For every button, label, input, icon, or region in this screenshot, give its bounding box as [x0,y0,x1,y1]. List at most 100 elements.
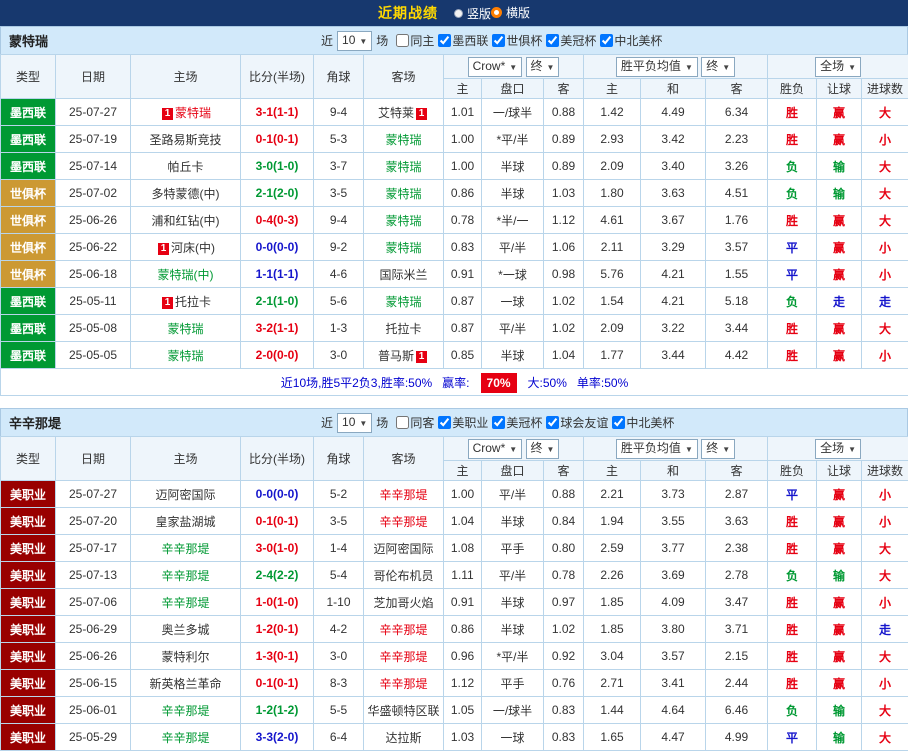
team-link[interactable]: 芝加哥火焰 [373,596,433,610]
match-count-select[interactable]: 10▼ [337,413,372,433]
team-link[interactable]: 国际米兰 [379,268,427,282]
team-link[interactable]: 艾特莱 [378,106,414,120]
team-link[interactable]: 蒙特瑞 [385,160,421,174]
result-cell: 胜 [768,508,817,535]
team-link[interactable]: 蒙特瑞 [385,187,421,201]
team-link[interactable]: 多特蒙德(中) [152,187,220,201]
chevron-down-icon: ▼ [685,63,693,72]
filter-checkbox[interactable]: 中北美杯 [612,416,674,430]
result-cell: 平 [768,261,817,288]
team-link[interactable]: 蒙特利尔 [161,650,209,664]
team-link[interactable]: 蒙特瑞 [385,295,421,309]
team-link[interactable]: 华盛顿特区联 [367,704,439,718]
asian-away-odds: 0.92 [544,643,584,670]
team-link[interactable]: 蒙特瑞 [167,349,203,363]
filter-checkbox[interactable]: 美冠杯 [546,34,596,48]
team-link[interactable]: 辛辛那堤 [379,650,427,664]
team-link[interactable]: 奥兰多城 [161,623,209,637]
date-cell: 25-07-27 [56,481,131,508]
team-link[interactable]: 浦和红钻(中) [152,214,220,228]
team-link[interactable]: 辛辛那堤 [161,596,209,610]
scope-select[interactable]: 全场▼ [815,439,861,459]
bookmaker-select[interactable]: Crow*▼ [468,439,523,459]
col-header-handicap: 盘口 [482,461,544,481]
team-link[interactable]: 辛辛那堤 [161,542,209,556]
team-link[interactable]: 蒙特瑞 [385,133,421,147]
checkbox-input[interactable] [546,416,559,429]
filter-checkbox[interactable]: 中北美杯 [600,34,662,48]
team-link[interactable]: 圣路易斯竞技 [149,133,221,147]
team-link[interactable]: 河床(中) [171,241,215,255]
filter-checkbox[interactable]: 美冠杯 [492,416,542,430]
filter-checkbox[interactable]: 世俱杯 [492,34,542,48]
team-link[interactable]: 迈阿密国际 [373,542,433,556]
team-link[interactable]: 迈阿密国际 [155,488,215,502]
europe-final-select[interactable]: 终▼ [701,57,735,77]
team-link[interactable]: 帕丘卡 [167,160,203,174]
handicap-result-cell: 赢 [817,508,862,535]
asian-away-odds: 1.12 [544,207,584,234]
asian-final-select[interactable]: 终▼ [526,439,560,459]
team-link[interactable]: 托拉卡 [175,295,211,309]
recent-matches-table: 类型 日期 主场 比分(半场) 角球 客场 Crow*▼ 终▼ 胜平负均值▼ 终… [0,436,908,751]
checkbox-input[interactable] [396,34,409,47]
team-link[interactable]: 辛辛那堤 [161,731,209,745]
filter-checkbox[interactable]: 美职业 [438,416,488,430]
col-header-handicap-result: 让球 [817,461,862,481]
handicap-cell: 半球 [482,589,544,616]
asian-final-select[interactable]: 终▼ [526,57,560,77]
euro-draw-odds: 4.49 [641,99,706,126]
filter-checkbox[interactable]: 同主 [396,34,434,48]
team-link[interactable]: 辛辛那堤 [379,488,427,502]
team-link[interactable]: 蒙特瑞 [385,241,421,255]
col-header-away: 客场 [364,437,444,481]
team-link[interactable]: 哥伦布机员 [373,569,433,583]
corners-cell: 8-3 [314,670,364,697]
score-cell: 0-0(0-0) [241,234,314,261]
europe-odds-filter-cell: 胜平负均值▼ 终▼ [584,437,768,461]
euro-draw-odds: 3.40 [641,153,706,180]
scope-select[interactable]: 全场▼ [815,57,861,77]
team-link[interactable]: 辛辛那堤 [379,623,427,637]
team-section-monterrey: 蒙特瑞 近 10▼ 场 同主墨西联世俱杯美冠杯中北美杯 类型 日期 主场 比分(… [0,26,908,396]
team-link[interactable]: 皇家盐湖城 [155,515,215,529]
team-link[interactable]: 蒙特瑞(中) [158,268,214,282]
handicap-cell: 半球 [482,342,544,369]
team-link[interactable]: 蒙特瑞 [175,106,211,120]
team-link[interactable]: 蒙特瑞 [167,322,203,336]
team-link[interactable]: 新英格兰革命 [149,677,221,691]
checkbox-input[interactable] [438,416,451,429]
team-link[interactable]: 蒙特瑞 [385,214,421,228]
europe-final-select[interactable]: 终▼ [701,439,735,459]
euro-away-odds: 2.78 [706,562,768,589]
euro-draw-odds: 4.09 [641,589,706,616]
filter-checkbox[interactable]: 同客 [396,416,434,430]
team-link[interactable]: 托拉卡 [385,322,421,336]
asian-away-odds: 0.80 [544,535,584,562]
team-link[interactable]: 达拉斯 [385,731,421,745]
euro-draw-odds: 4.21 [641,261,706,288]
checkbox-input[interactable] [546,34,559,47]
filter-checkbox[interactable]: 球会友谊 [546,416,608,430]
team-link[interactable]: 普马斯 [378,349,414,363]
team-link[interactable]: 辛辛那堤 [379,515,427,529]
layout-option[interactable]: 横版 [491,4,530,21]
checkbox-input[interactable] [438,34,451,47]
checkbox-input[interactable] [600,34,613,47]
checkbox-input[interactable] [396,416,409,429]
handicap-cell: 平手 [482,670,544,697]
checkbox-input[interactable] [492,34,505,47]
team-link[interactable]: 辛辛那堤 [161,569,209,583]
asian-home-odds: 0.83 [444,234,482,261]
team-link[interactable]: 辛辛那堤 [379,677,427,691]
team-link[interactable]: 辛辛那堤 [161,704,209,718]
checkbox-input[interactable] [612,416,625,429]
filter-checkbox[interactable]: 墨西联 [438,34,488,48]
match-count-select[interactable]: 10▼ [337,31,372,51]
away-team-cell: 蒙特瑞 [364,153,444,180]
europe-avg-select[interactable]: 胜平负均值▼ [616,57,698,77]
checkbox-input[interactable] [492,416,505,429]
europe-avg-select[interactable]: 胜平负均值▼ [616,439,698,459]
layout-option[interactable]: 竖版 [454,5,491,22]
bookmaker-select[interactable]: Crow*▼ [468,57,523,77]
